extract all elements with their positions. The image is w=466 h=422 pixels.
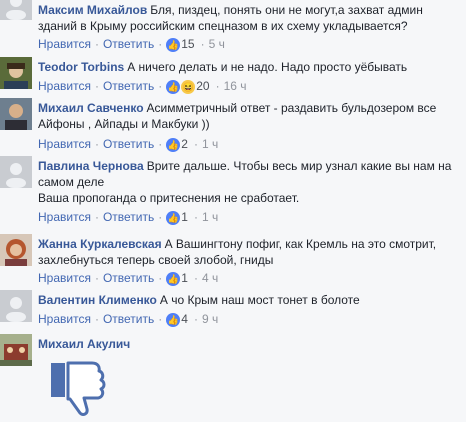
thumbs-up-icon: 👍: [166, 210, 181, 225]
comment-actions: Нравится · Ответить · 👍 15 · 5 ч: [38, 36, 225, 52]
comment-author[interactable]: Валентин Клименко: [38, 293, 157, 307]
comment-actions: Нравится · Ответить · 👍 😆 20 · 16 ч: [38, 78, 247, 94]
comment-actions: Нравится · Ответить · 👍 2 · 1 ч: [38, 136, 219, 152]
avatar[interactable]: [0, 334, 32, 366]
thumbs-up-icon: 👍: [166, 37, 181, 52]
thumbs-up-icon: 👍: [166, 271, 181, 286]
reply-link[interactable]: Ответить: [103, 37, 154, 51]
comment-text: А ничего делать и не надо. Надо просто у…: [127, 60, 408, 74]
reaction-count: 20: [196, 78, 210, 93]
reaction-summary[interactable]: 👍 15: [166, 36, 196, 52]
reply-link[interactable]: Ответить: [103, 137, 154, 151]
reply-link[interactable]: Ответить: [103, 271, 154, 285]
like-link[interactable]: Нравится: [38, 210, 91, 224]
comment-time[interactable]: 9 ч: [202, 312, 218, 326]
reply-link[interactable]: Ответить: [103, 79, 154, 93]
avatar[interactable]: [0, 98, 32, 130]
comment-author[interactable]: Михаил Акулич: [38, 337, 130, 351]
reaction-count: 15: [181, 36, 195, 51]
comment-time[interactable]: 1 ч: [202, 137, 218, 151]
like-link[interactable]: Нравится: [38, 137, 91, 151]
comment-time[interactable]: 16 ч: [224, 79, 247, 93]
comment-actions: Нравится · Ответить · 👍 4 · 9 ч: [38, 311, 219, 327]
reaction-count: 4: [181, 311, 188, 326]
comment-time[interactable]: 4 ч: [202, 271, 218, 285]
reaction-summary[interactable]: 👍 4: [166, 311, 190, 327]
comment-author[interactable]: Павлина Чернова: [38, 159, 144, 173]
comment-author[interactable]: Teodor Torbins: [38, 60, 124, 74]
haha-icon: 😆: [181, 79, 196, 94]
like-link[interactable]: Нравится: [38, 79, 91, 93]
reaction-summary[interactable]: 👍 2: [166, 136, 190, 152]
thumbs-up-icon: 👍: [166, 137, 181, 152]
avatar[interactable]: [0, 156, 32, 188]
thumbs-down-icon: [48, 357, 110, 422]
comment-author[interactable]: Михаил Савченко: [38, 101, 144, 115]
reaction-summary[interactable]: 👍 1: [166, 270, 190, 286]
avatar[interactable]: [0, 57, 32, 89]
comment-text-line-2: Ваша пропоганда о притеснения не сработа…: [38, 191, 300, 205]
like-link[interactable]: Нравится: [38, 312, 91, 326]
avatar[interactable]: [0, 234, 32, 266]
reaction-summary[interactable]: 👍 1: [166, 209, 190, 225]
like-link[interactable]: Нравится: [38, 271, 91, 285]
like-link[interactable]: Нравится: [38, 37, 91, 51]
avatar[interactable]: [0, 290, 32, 322]
thumbs-up-icon: 👍: [166, 79, 181, 94]
avatar[interactable]: [0, 0, 32, 20]
thumbs-up-icon: 👍: [166, 312, 181, 327]
comment-time[interactable]: 5 ч: [209, 37, 225, 51]
comment-text: А чо Крым наш мост тонет в болоте: [159, 293, 360, 307]
reaction-count: 1: [181, 209, 188, 224]
comment-actions: Нравится · Ответить · 👍 1 · 4 ч: [38, 270, 219, 286]
comment-author[interactable]: Максим Михайлов: [38, 3, 147, 17]
comment-time[interactable]: 1 ч: [202, 210, 218, 224]
reaction-count: 1: [181, 270, 188, 285]
reply-link[interactable]: Ответить: [103, 312, 154, 326]
reply-link[interactable]: Ответить: [103, 210, 154, 224]
reaction-count: 2: [181, 136, 188, 151]
reaction-summary[interactable]: 👍 😆 20: [166, 78, 211, 94]
comment-actions: Нравится · Ответить · 👍 1 · 1 ч: [38, 209, 219, 225]
comment-author[interactable]: Жанна Куркалевская: [38, 237, 162, 251]
